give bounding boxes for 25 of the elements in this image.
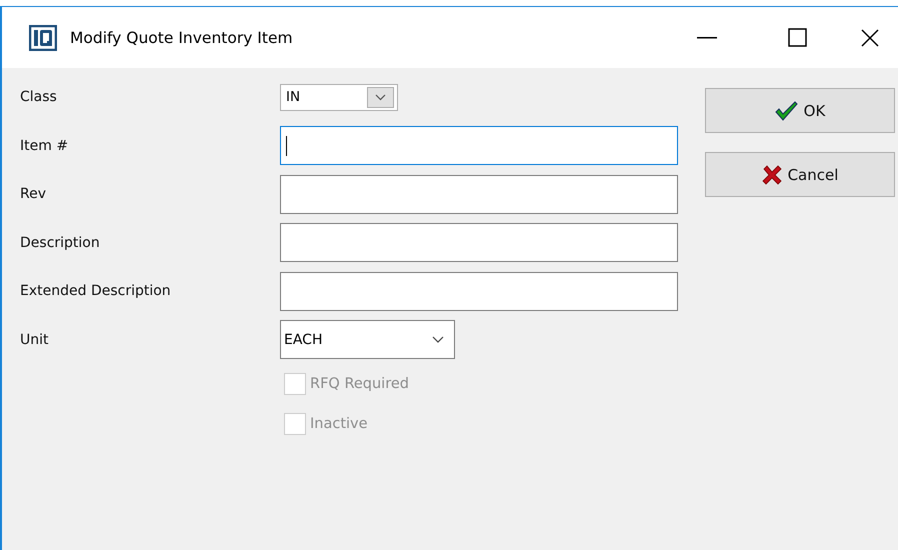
text-field[interactable] xyxy=(280,126,678,166)
x-mark-icon xyxy=(762,164,782,184)
field-label: Unit xyxy=(20,332,50,348)
chevron-down-icon xyxy=(432,336,444,344)
window-title: Modify Quote Inventory Item xyxy=(70,28,293,46)
chevron-down-icon xyxy=(375,94,386,101)
checkbox-label: RFQ Required xyxy=(310,376,409,392)
field-label: Extended Description xyxy=(20,283,172,300)
field-label: Rev xyxy=(20,186,47,202)
maximize-icon xyxy=(788,28,806,47)
ok-button[interactable]: OK xyxy=(705,88,895,133)
minimize-icon xyxy=(697,36,717,38)
close-icon xyxy=(860,28,880,48)
text-field[interactable] xyxy=(280,272,678,311)
cancel-button[interactable]: Cancel xyxy=(705,152,895,197)
text-field[interactable] xyxy=(280,223,678,262)
unit-dropdown[interactable]: EACH xyxy=(280,320,455,360)
app-logo-icon xyxy=(29,24,57,50)
field-label: Item # xyxy=(20,138,70,154)
field-label: Class xyxy=(20,89,58,106)
text-field[interactable] xyxy=(280,174,678,214)
checkmark-icon xyxy=(774,100,798,120)
checkbox-label: Inactive xyxy=(310,416,368,432)
field-label: Description xyxy=(20,234,101,251)
class-dropdown[interactable]: IN xyxy=(280,84,398,111)
